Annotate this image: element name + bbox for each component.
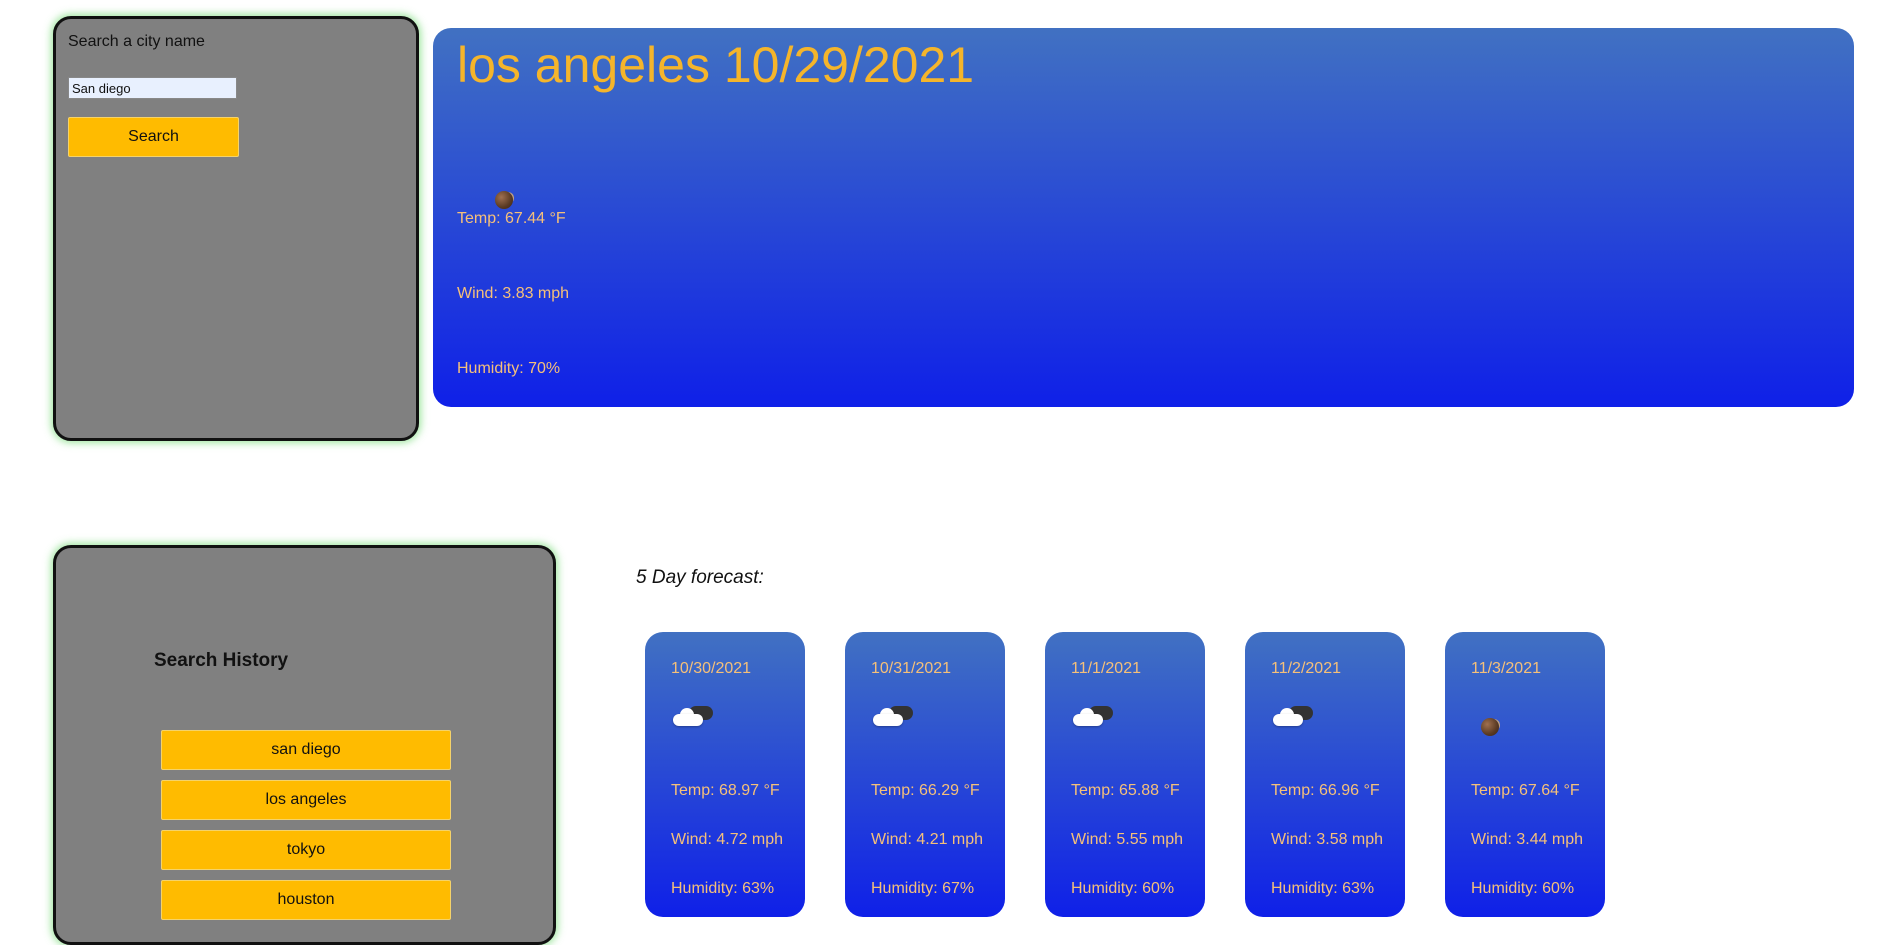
forecast-card: 11/1/2021 Temp: 65.88 °F Wind: 5.55 mph … — [1045, 632, 1205, 917]
forecast-wind: Wind: 4.72 mph — [671, 831, 784, 848]
city-search-input[interactable] — [68, 77, 237, 99]
forecast-temp: Temp: 66.29 °F — [871, 782, 980, 799]
forecast-heading: 5 Day forecast: — [636, 567, 764, 588]
forecast-card: 10/31/2021 Temp: 66.29 °F Wind: 4.21 mph… — [845, 632, 1005, 917]
forecast-date: 10/31/2021 — [871, 660, 952, 677]
search-history-title: Search History — [154, 650, 289, 671]
search-history-panel: Search History san diego los angeles tok… — [53, 545, 556, 945]
current-temp: Temp: 67.44 °F — [457, 210, 566, 227]
current-weather-card: los angeles 10/29/2021 Temp: 67.44 °F Wi… — [433, 28, 1854, 407]
forecast-date: 11/1/2021 — [1071, 660, 1141, 677]
forecast-wind: Wind: 3.58 mph — [1271, 831, 1384, 848]
forecast-humidity: Humidity: 60% — [1471, 880, 1575, 897]
forecast-date: 11/3/2021 — [1471, 660, 1541, 677]
forecast-temp: Temp: 67.64 °F — [1471, 782, 1580, 799]
forecast-wind: Wind: 3.44 mph — [1471, 831, 1584, 848]
search-panel: Search a city name Search — [53, 16, 419, 441]
forecast-temp: Temp: 66.96 °F — [1271, 782, 1380, 799]
forecast-temp: Temp: 68.97 °F — [671, 782, 780, 799]
forecast-card: 11/2/2021 Temp: 66.96 °F Wind: 3.58 mph … — [1245, 632, 1405, 917]
forecast-humidity: Humidity: 63% — [671, 880, 775, 897]
forecast-date: 11/2/2021 — [1271, 660, 1341, 677]
forecast-row: 10/30/2021 Temp: 68.97 °F Wind: 4.72 mph… — [645, 632, 1605, 917]
forecast-humidity: Humidity: 60% — [1071, 880, 1175, 897]
forecast-card: 10/30/2021 Temp: 68.97 °F Wind: 4.72 mph… — [645, 632, 805, 917]
moon-icon — [1481, 712, 1499, 743]
search-history-list: san diego los angeles tokyo houston — [161, 730, 451, 930]
forecast-wind: Wind: 5.55 mph — [1071, 831, 1184, 848]
cloud-icon — [671, 704, 715, 737]
search-label: Search a city name — [68, 33, 205, 50]
history-item-houston[interactable]: houston — [161, 880, 451, 920]
history-item-san-diego[interactable]: san diego — [161, 730, 451, 770]
search-button[interactable]: Search — [68, 117, 239, 157]
history-item-tokyo[interactable]: tokyo — [161, 830, 451, 870]
forecast-temp: Temp: 65.88 °F — [1071, 782, 1180, 799]
current-city-date: los angeles 10/29/2021 — [457, 37, 975, 93]
cloud-icon — [871, 704, 915, 737]
forecast-date: 10/30/2021 — [671, 660, 752, 677]
cloud-icon — [1271, 704, 1315, 737]
history-item-los-angeles[interactable]: los angeles — [161, 780, 451, 820]
forecast-humidity: Humidity: 63% — [1271, 880, 1375, 897]
forecast-wind: Wind: 4.21 mph — [871, 831, 984, 848]
forecast-humidity: Humidity: 67% — [871, 880, 975, 897]
current-wind: Wind: 3.83 mph — [457, 285, 570, 302]
forecast-card: 11/3/2021 Temp: 67.64 °F Wind: 3.44 mph … — [1445, 632, 1605, 917]
current-humidity: Humidity: 70% — [457, 360, 561, 377]
cloud-icon — [1071, 704, 1115, 737]
